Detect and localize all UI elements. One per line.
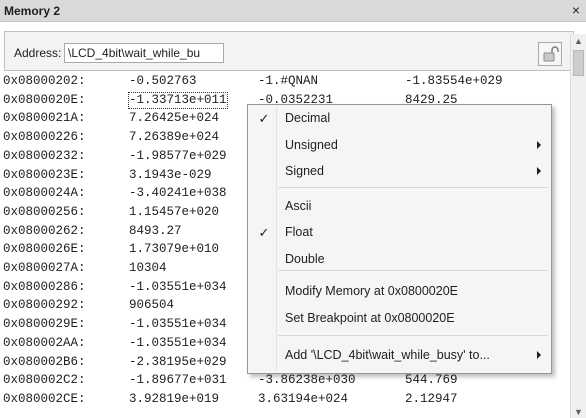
submenu-arrow-icon xyxy=(537,141,541,149)
menu-separator xyxy=(278,187,548,188)
memory-value: -3.40241e+038 xyxy=(129,186,227,201)
menu-item-label: Ascii xyxy=(285,199,312,213)
memory-address: 0x080002CE: xyxy=(3,391,86,406)
address-bar: Address: \LCD_4bit\wait_while_bu xyxy=(0,22,586,72)
memory-address: 0x08000226: xyxy=(3,130,86,145)
menu-item-ascii[interactable]: Ascii xyxy=(250,196,549,218)
vertical-scrollbar[interactable]: ▲ ▼ xyxy=(570,34,586,418)
menu-item-add-to[interactable]: Add '\LCD_4bit\wait_while_busy' to... xyxy=(250,345,549,367)
memory-address: 0x080002B6: xyxy=(3,354,86,369)
menu-item-float[interactable]: ✓ Float xyxy=(250,222,549,244)
window-title: Memory 2 xyxy=(4,4,61,18)
context-menu: ✓ Decimal Unsigned Signed Ascii ✓ Float Double M… xyxy=(247,104,552,374)
memory-address: 0x0800020E: xyxy=(3,92,86,107)
submenu-arrow-icon xyxy=(537,167,541,175)
memory-value: -1.#QNAN xyxy=(258,74,319,88)
menu-item-modify-memory[interactable]: Modify Memory at 0x0800020E xyxy=(250,281,549,303)
memory-value: 3.92819e+019 xyxy=(129,391,220,406)
memory-value: -1.03551e+034 xyxy=(129,279,227,294)
memory-address: 0x0800024A: xyxy=(3,186,86,201)
memory-address: 0x080002AA: xyxy=(3,335,86,350)
menu-item-label: Decimal xyxy=(285,111,331,125)
scroll-thumb[interactable] xyxy=(573,50,584,76)
memory-value: 1.73079e+010 xyxy=(129,242,220,257)
menu-item-set-breakpoint[interactable]: Set Breakpoint at 0x0800020E xyxy=(250,308,549,330)
memory-value: 7.26425e+024 xyxy=(129,111,220,126)
memory-address: 0x080002C2: xyxy=(3,373,86,388)
memory-value: -3.86238e+030 xyxy=(258,373,356,388)
menu-item-label: Add '\LCD_4bit\wait_while_busy' to... xyxy=(285,348,490,362)
menu-item-label: Set Breakpoint at 0x0800020E xyxy=(285,311,455,325)
address-input[interactable]: \LCD_4bit\wait_while_bu xyxy=(64,43,224,63)
checkmark-icon: ✓ xyxy=(258,111,270,126)
scroll-down-icon[interactable]: ▼ xyxy=(571,406,586,418)
address-label: Address: xyxy=(14,46,62,60)
memory-value: -1.83554e+029 xyxy=(405,74,503,88)
memory-value: 7.26389e+024 xyxy=(129,130,220,145)
memory-value: -1.33713e+011 xyxy=(128,91,228,109)
menu-item-double[interactable]: Double xyxy=(250,249,549,271)
menu-item-label: Double xyxy=(285,252,325,266)
menu-separator xyxy=(278,335,548,336)
menu-item-label: Unsigned xyxy=(285,138,338,152)
menu-separator xyxy=(278,270,548,271)
memory-value: 1.15457e+020 xyxy=(129,204,220,219)
close-icon[interactable]: × xyxy=(568,2,584,18)
memory-value: -1.89677e+031 xyxy=(129,373,227,388)
lock-button[interactable] xyxy=(538,42,562,66)
memory-address: 0x08000262: xyxy=(3,223,86,238)
memory-value: 8493.27 xyxy=(129,223,182,238)
memory-value: -2.38195e+029 xyxy=(129,354,227,369)
scroll-up-icon[interactable]: ▲ xyxy=(571,34,586,48)
menu-item-unsigned[interactable]: Unsigned xyxy=(250,135,549,157)
memory-value: 2.12947 xyxy=(405,391,458,406)
memory-value: -0.502763 xyxy=(129,74,197,88)
memory-address: 0x08000232: xyxy=(3,148,86,163)
memory-address: 0x08000286: xyxy=(3,279,86,294)
memory-value: -1.98577e+029 xyxy=(129,148,227,163)
memory-address: 0x0800021A: xyxy=(3,111,86,126)
memory-value: 3.63194e+024 xyxy=(258,391,349,406)
memory-value: 906504 xyxy=(129,298,175,313)
memory-address: 0x08000256: xyxy=(3,204,86,219)
memory-address: 0x0800023E: xyxy=(3,167,86,182)
window-title-bar: Memory 2 × xyxy=(0,0,586,22)
memory-address: 0x0800027A: xyxy=(3,261,86,275)
memory-value: -1.03551e+034 xyxy=(129,317,227,332)
memory-value: -1.03551e+034 xyxy=(129,335,227,350)
memory-value: 10304 xyxy=(129,261,167,275)
memory-address: 0x08000292: xyxy=(3,298,86,313)
memory-value: 3.1943e-029 xyxy=(129,167,212,182)
menu-item-label: Modify Memory at 0x0800020E xyxy=(285,284,459,298)
checkmark-icon: ✓ xyxy=(258,225,270,240)
menu-item-decimal[interactable]: ✓ Decimal xyxy=(250,108,549,130)
submenu-arrow-icon xyxy=(537,351,541,359)
memory-address: 0x0800029E: xyxy=(3,317,86,332)
lock-icon xyxy=(543,46,559,62)
menu-item-label: Signed xyxy=(285,164,324,178)
memory-value: 544.769 xyxy=(405,373,458,388)
memory-address: 0x0800026E: xyxy=(3,242,86,257)
menu-item-label: Float xyxy=(285,225,313,239)
memory-address: 0x08000202: xyxy=(3,74,86,88)
menu-item-signed[interactable]: Signed xyxy=(250,161,549,183)
